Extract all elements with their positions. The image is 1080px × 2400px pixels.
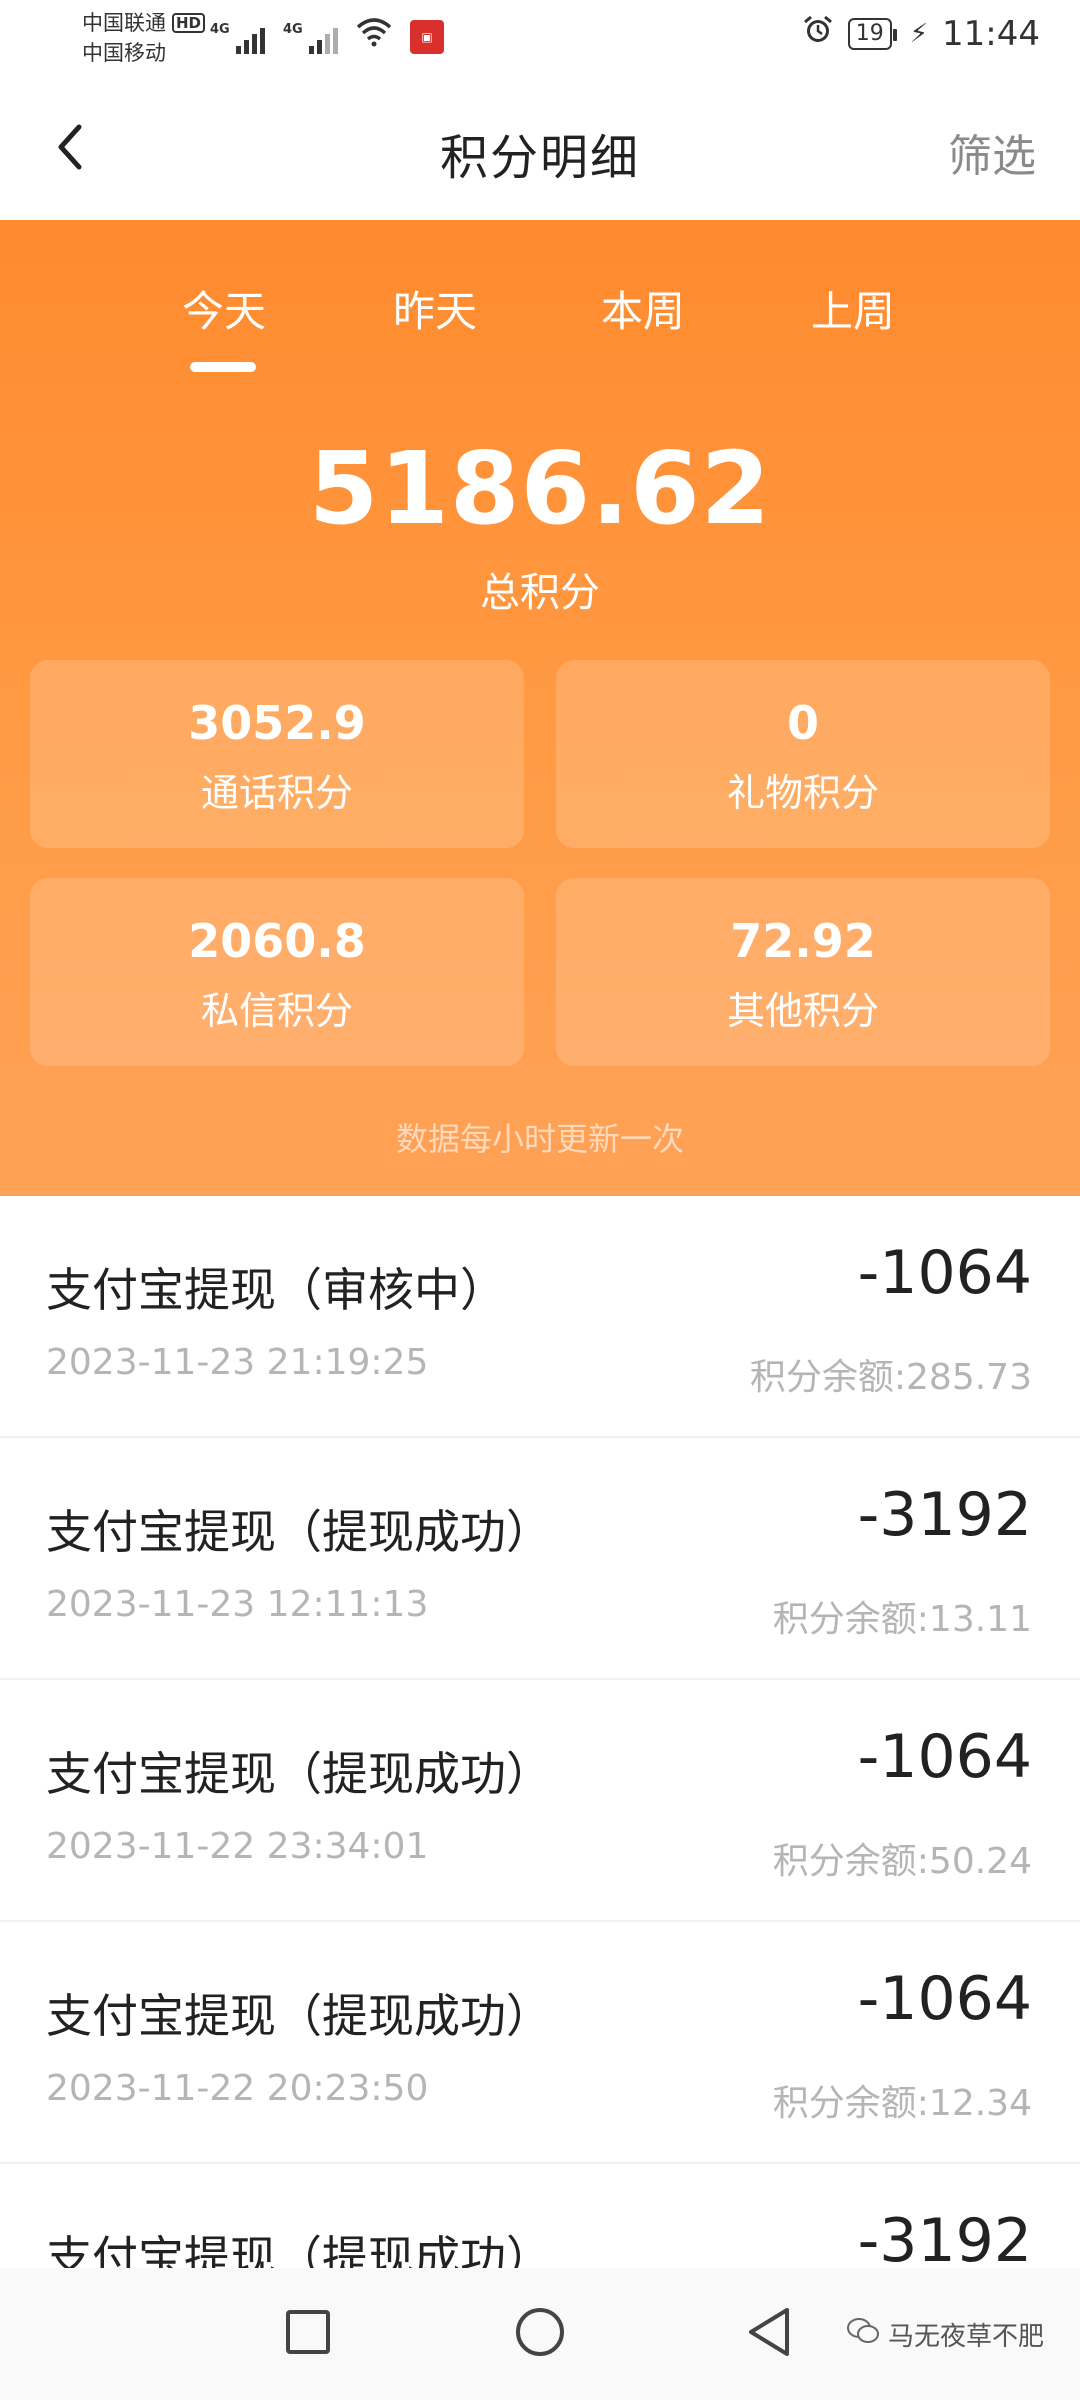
watermark: 马无夜草不肥	[846, 2316, 1044, 2353]
transaction-row[interactable]: 支付宝提现（提现成功） 2023-11-22 23:34:01 -1064 积分…	[0, 1680, 1080, 1922]
card-value: 3052.9	[188, 696, 366, 750]
status-bar: 中国联通 HD 中国移动 4G 4G ▣ 19 ⚡ 11:44	[0, 0, 1080, 80]
transaction-title: 支付宝提现（提现成功）	[46, 1505, 552, 1559]
back-triangle-icon	[745, 2306, 791, 2362]
card-call-points: 3052.9 通话积分	[30, 660, 524, 848]
wifi-icon	[356, 17, 392, 54]
battery-icon: 19	[847, 18, 897, 50]
card-value: 2060.8	[188, 914, 366, 968]
card-value: 72.92	[730, 914, 876, 968]
tab-last-week[interactable]: 上周	[763, 278, 943, 339]
recent-apps-icon	[285, 2309, 331, 2359]
charging-icon: ⚡	[909, 19, 929, 49]
hd-badge: HD	[172, 13, 206, 33]
page: 中国联通 HD 中国移动 4G 4G ▣ 19 ⚡ 11:44 积分明细 筛选 …	[0, 0, 1080, 2400]
transaction-title: 支付宝提现（提现成功）	[46, 1989, 552, 2043]
transaction-row[interactable]: 支付宝提现（审核中） 2023-11-23 21:19:25 -1064 积分余…	[0, 1196, 1080, 1438]
card-label: 其他积分	[726, 989, 879, 1033]
signal-1-icon: 4G	[210, 22, 265, 54]
transaction-balance: 积分余额:12.34	[772, 2083, 1032, 2124]
transaction-balance: 积分余额:13.11	[772, 1599, 1032, 1640]
watermark-text: 马无夜草不肥	[887, 2322, 1044, 2352]
carrier-info: 中国联通 HD 中国移动	[82, 8, 206, 68]
card-label: 通话积分	[200, 771, 353, 815]
total-points-value: 5186.62	[308, 430, 772, 547]
transaction-title: 支付宝提现（提现成功）	[46, 1747, 552, 1801]
total-points-label: 总积分	[480, 570, 600, 616]
tab-this-week[interactable]: 本周	[553, 278, 733, 339]
carrier-2: 中国移动	[82, 41, 166, 65]
transaction-row[interactable]: 支付宝提现（提现成功） -3192	[0, 2164, 1080, 2268]
period-tabs: 今天 昨天 本周 上周	[0, 278, 1080, 372]
transaction-time: 2023-11-23 21:19:25	[46, 1342, 429, 1383]
transaction-row[interactable]: 支付宝提现（提现成功） 2023-11-22 20:23:50 -1064 积分…	[0, 1922, 1080, 2164]
active-tab-indicator	[190, 362, 256, 372]
status-right: 19 ⚡ 11:44	[802, 14, 1040, 54]
card-label: 礼物积分	[726, 771, 879, 815]
system-nav-bar: 马无夜草不肥	[0, 2268, 1080, 2400]
card-gift-points: 0 礼物积分	[556, 660, 1050, 848]
transaction-time: 2023-11-22 23:34:01	[46, 1826, 429, 1867]
alarm-icon	[802, 14, 834, 54]
transaction-row[interactable]: 支付宝提现（提现成功） 2023-11-23 12:11:13 -3192 积分…	[0, 1438, 1080, 1680]
tab-yesterday[interactable]: 昨天	[345, 278, 525, 339]
transaction-title: 支付宝提现（提现成功）	[46, 2231, 552, 2268]
signal-icons: 4G 4G ▣	[210, 18, 444, 54]
transaction-balance: 积分余额:285.73	[749, 1357, 1032, 1398]
tab-today[interactable]: 今天	[134, 278, 314, 339]
recent-apps-button[interactable]	[248, 2268, 368, 2400]
clock: 11:44	[942, 14, 1040, 54]
transaction-list: 支付宝提现（审核中） 2023-11-23 21:19:25 -1064 积分余…	[0, 1196, 1080, 2268]
card-value: 0	[786, 696, 819, 750]
transaction-balance: 积分余额:50.24	[772, 1841, 1032, 1882]
back-nav-button[interactable]	[708, 2268, 828, 2400]
transaction-amount: -1064	[857, 1964, 1032, 2034]
filter-button[interactable]: 筛选	[948, 120, 1036, 184]
app-notification-icon: ▣	[410, 20, 444, 54]
transaction-time: 2023-11-23 12:11:13	[46, 1584, 429, 1625]
nav-bar: 积分明细 筛选	[0, 80, 1080, 220]
home-button[interactable]	[480, 2268, 600, 2400]
transaction-amount: -1064	[857, 1722, 1032, 1792]
transaction-amount: -3192	[857, 2206, 1032, 2268]
update-note: 数据每小时更新一次	[395, 1120, 684, 1158]
points-summary: 今天 昨天 本周 上周 5186.62 总积分 3052.9 通话积分 0 礼物…	[0, 220, 1080, 1196]
signal-2-icon: 4G	[283, 22, 338, 54]
transaction-title: 支付宝提现（审核中）	[46, 1263, 506, 1317]
page-title: 积分明细	[439, 130, 640, 186]
card-other-points: 72.92 其他积分	[556, 878, 1050, 1066]
transaction-amount: -3192	[857, 1480, 1032, 1550]
transaction-time: 2023-11-22 20:23:50	[46, 2068, 429, 2109]
wechat-icon	[846, 2316, 880, 2353]
carrier-1: 中国联通	[82, 11, 166, 35]
card-label: 私信积分	[200, 989, 353, 1033]
home-icon	[514, 2306, 566, 2362]
card-message-points: 2060.8 私信积分	[30, 878, 524, 1066]
transaction-amount: -1064	[857, 1238, 1032, 1308]
